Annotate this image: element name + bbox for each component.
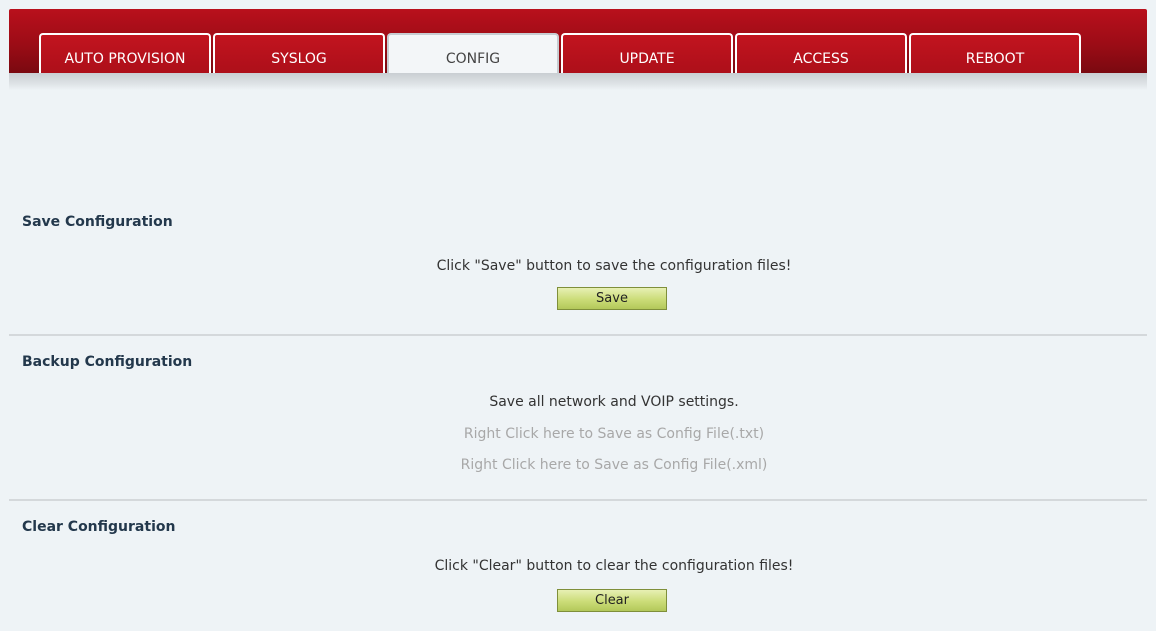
save-button[interactable]: Save <box>557 287 667 310</box>
backup-section-title: Backup Configuration <box>22 354 193 370</box>
save-section-title: Save Configuration <box>22 214 173 230</box>
backup-description: Save all network and VOIP settings. <box>489 394 739 410</box>
tab-bar: AUTO PROVISION SYSLOG CONFIG UPDATE ACCE… <box>9 9 1147 82</box>
section-divider <box>9 499 1147 501</box>
backup-xml-link-row: Right Click here to Save as Config File(… <box>0 457 1156 473</box>
clear-button[interactable]: Clear <box>557 589 667 612</box>
backup-txt-link-row: Right Click here to Save as Config File(… <box>0 426 1156 442</box>
tab-bar-shadow <box>9 73 1147 90</box>
config-page: AUTO PROVISION SYSLOG CONFIG UPDATE ACCE… <box>0 0 1156 631</box>
clear-section-title: Clear Configuration <box>22 519 176 535</box>
save-config-xml-link[interactable]: Right Click here to Save as Config File(… <box>461 457 768 473</box>
save-config-txt-link[interactable]: Right Click here to Save as Config File(… <box>464 426 764 442</box>
section-divider <box>9 334 1147 336</box>
clear-description: Click "Clear" button to clear the config… <box>434 558 794 574</box>
save-description: Click "Save" button to save the configur… <box>436 258 792 274</box>
